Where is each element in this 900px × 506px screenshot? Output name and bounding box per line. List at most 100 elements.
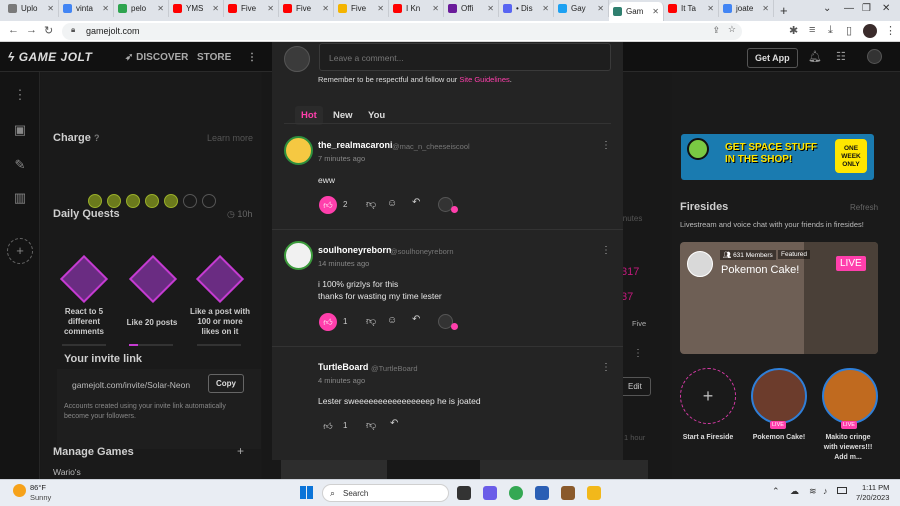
reply-icon[interactable]: ↶ [412, 314, 420, 325]
comment-time[interactable]: 14 minutes ago [318, 259, 369, 268]
react-icon[interactable]: ☺ [387, 315, 397, 326]
browser-tab[interactable]: Gam ✕ [609, 2, 664, 21]
nav-more-icon[interactable]: ⋮ [247, 52, 257, 63]
close-window-icon[interactable]: ✕ [882, 3, 890, 14]
commenter-name[interactable]: soulhoneyreborn [318, 245, 392, 255]
tab-close-icon[interactable]: ✕ [377, 4, 384, 13]
learn-more-link[interactable]: Learn more [207, 133, 253, 143]
user-avatar[interactable] [867, 49, 882, 64]
chat-icon[interactable] [483, 486, 497, 500]
commenter-handle[interactable]: @mac_n_cheeseiscool [392, 142, 470, 151]
featured-fireside-card[interactable]: 👥︎ 631 Members Featured Pokemon Cake! LI… [680, 242, 878, 354]
restore-icon[interactable]: ❐ [862, 3, 871, 14]
commenter-handle[interactable]: @TurtleBoard [371, 364, 418, 373]
quest-icon[interactable] [195, 254, 245, 304]
tab-close-icon[interactable]: ✕ [542, 4, 549, 13]
reply-icon[interactable]: ↶ [390, 418, 398, 429]
forward-icon[interactable]: → [26, 24, 37, 36]
shop-banner[interactable]: GET SPACE STUFF IN THE SHOP! ONE WEEK ON… [681, 134, 874, 180]
start-fireside-button[interactable]: + [680, 368, 736, 424]
tab-close-icon[interactable]: ✕ [487, 4, 494, 13]
activity-icon[interactable]: ⋮ [11, 87, 29, 105]
browser-tab[interactable]: vinta ✕ [59, 0, 114, 17]
help-icon[interactable]: ? [94, 133, 100, 143]
refresh-link[interactable]: Refresh [850, 203, 878, 212]
kebab-menu-icon[interactable]: ⋮ [885, 24, 896, 37]
tab-close-icon[interactable]: ✕ [212, 4, 219, 13]
download-icon[interactable]: ⤓ [828, 24, 833, 37]
tab-close-icon[interactable]: ✕ [322, 4, 329, 13]
minimize-icon[interactable]: — [844, 3, 854, 14]
profile-avatar[interactable] [863, 24, 877, 38]
site-guidelines-link[interactable]: Site Guidelines [459, 75, 509, 84]
add-game-icon[interactable]: + [237, 444, 244, 458]
quest-icon[interactable] [128, 254, 178, 304]
like-button[interactable]: 👍︎ [319, 417, 337, 435]
commenter-avatar[interactable] [284, 136, 313, 165]
commenter-handle[interactable]: @soulhoneyreborn [390, 247, 454, 256]
add-community-button[interactable]: + [7, 238, 33, 264]
tab-close-icon[interactable]: ✕ [157, 4, 164, 13]
tab-close-icon[interactable]: ✕ [47, 4, 54, 13]
clock-date[interactable]: 7/20/2023 [856, 493, 889, 502]
browser-tab[interactable]: It Ta ✕ [664, 0, 719, 17]
share-icon[interactable]: ⇪ [712, 25, 720, 36]
shop-icon[interactable]: ✎ [11, 157, 29, 175]
app-icon[interactable] [561, 486, 575, 500]
reply-icon[interactable]: ↶ [412, 197, 420, 208]
new-tab-button[interactable]: + [780, 3, 788, 18]
copy-button[interactable]: Copy [208, 374, 244, 393]
app-icon[interactable] [535, 486, 549, 500]
browser-tab[interactable]: YMS ✕ [169, 0, 224, 17]
dislike-icon[interactable]: 👎︎ [366, 198, 376, 210]
gamejolt-logo[interactable]: ϟ GAME JOLT [8, 50, 92, 64]
tab-close-icon[interactable]: ✕ [102, 4, 109, 13]
browser-tab[interactable]: Five ✕ [224, 0, 279, 17]
extensions-icon[interactable]: ✱ [789, 24, 798, 37]
weather-desc[interactable]: Sunny [30, 493, 51, 502]
bell-icon[interactable]: 🔔︎ [808, 50, 822, 63]
dislike-icon[interactable]: 👎︎ [366, 419, 376, 431]
browser-tab[interactable]: I Kn ✕ [389, 0, 444, 17]
wifi-icon[interactable]: ≋ [809, 486, 817, 497]
tab-close-icon[interactable]: ✕ [597, 4, 604, 13]
nav-store[interactable]: STORE [197, 52, 231, 63]
task-view-icon[interactable] [457, 486, 471, 500]
get-app-button[interactable]: Get App [747, 48, 798, 68]
chevron-down-icon[interactable]: ⌄ [823, 3, 831, 14]
commenter-avatar[interactable] [284, 241, 313, 270]
friends-icon[interactable]: ☷ [836, 50, 846, 63]
tab-close-icon[interactable]: ✕ [707, 4, 714, 13]
reload-icon[interactable]: ↻ [44, 24, 53, 37]
bookmark-star-icon[interactable]: ☆ [728, 24, 736, 35]
menu-lines-icon[interactable]: ≡ [809, 24, 815, 36]
stats-icon[interactable]: ▥ [11, 190, 29, 208]
comment-menu-icon[interactable]: ⋮ [601, 245, 611, 256]
file-explorer-icon[interactable] [587, 486, 601, 500]
browser-tab[interactable]: Offi ✕ [444, 0, 499, 17]
weather-temp[interactable]: 86°F [30, 483, 46, 492]
browser-tab[interactable]: • Dis ✕ [499, 0, 554, 17]
chrome-icon[interactable] [509, 486, 523, 500]
tab-close-icon[interactable]: ✕ [267, 4, 274, 13]
tab-close-icon[interactable]: ✕ [762, 4, 769, 13]
invite-url[interactable]: gamejolt.com/invite/Solar-Neon [72, 380, 190, 390]
comment-input[interactable]: Leave a comment... [319, 43, 611, 71]
cloud-icon[interactable]: ☁︎ [790, 486, 799, 497]
fireside-circle[interactable] [751, 368, 807, 424]
comment-time[interactable]: 4 minutes ago [318, 376, 365, 385]
back-icon[interactable]: ← [8, 24, 19, 36]
browser-tab[interactable]: Gay ✕ [554, 0, 609, 17]
browser-tab[interactable]: Five ✕ [334, 0, 389, 17]
comment-menu-icon[interactable]: ⋮ [601, 140, 611, 151]
library-icon[interactable]: ▣ [11, 122, 29, 140]
comment-menu-icon[interactable]: ⋮ [601, 362, 611, 373]
dislike-icon[interactable]: 👎︎ [366, 315, 376, 327]
browser-tab[interactable]: Five ✕ [279, 0, 334, 17]
tab-close-icon[interactable]: ✕ [432, 4, 439, 13]
tray-chevron-icon[interactable]: ⌃ [772, 486, 780, 497]
browser-tab[interactable]: Uplo ✕ [4, 0, 59, 17]
nav-discover[interactable]: ➶ DISCOVER [125, 52, 188, 63]
react-icon[interactable]: ☺ [387, 198, 397, 209]
battery-icon[interactable] [837, 487, 847, 494]
